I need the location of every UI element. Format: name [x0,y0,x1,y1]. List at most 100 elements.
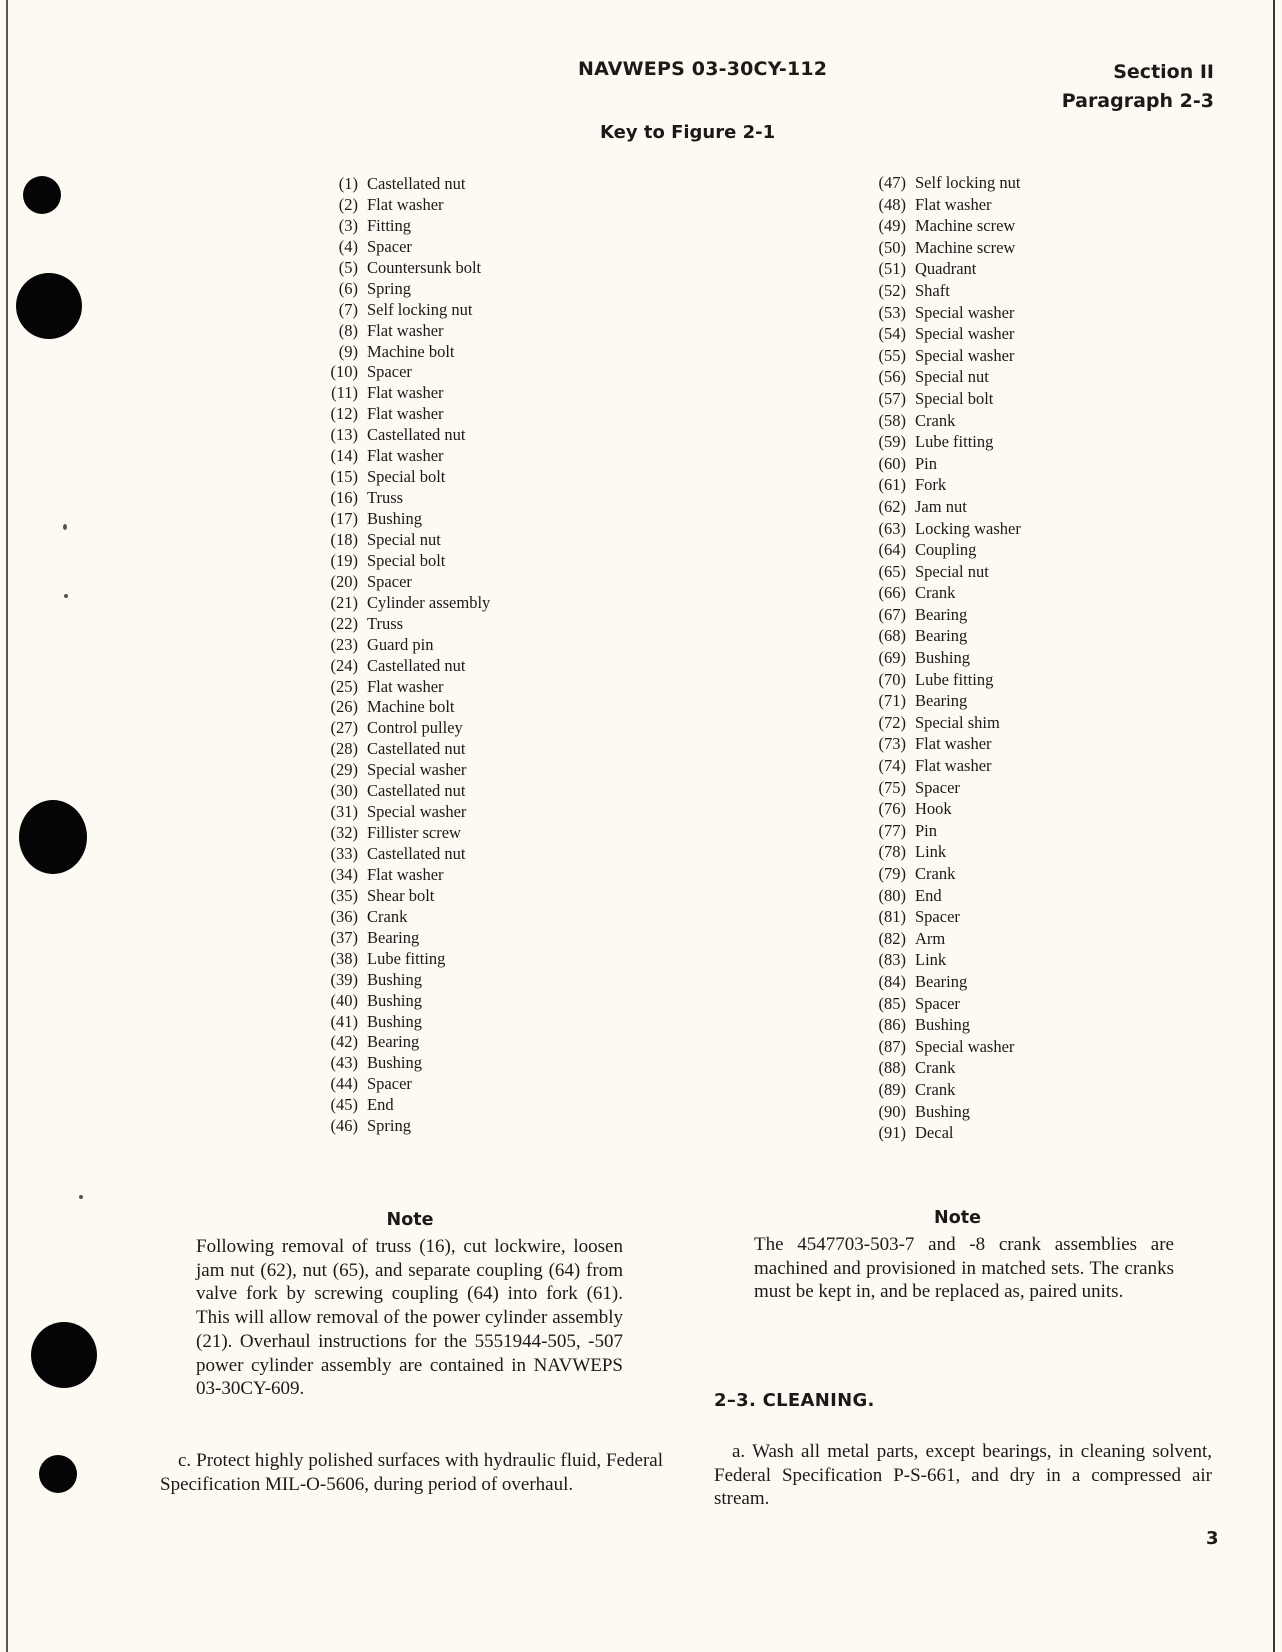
part-number: (16) [330,488,359,508]
part-number: (83) [878,950,907,970]
part-number: (80) [878,885,907,905]
binder-hole-icon [16,273,82,339]
part-name: Castellated nut [367,174,466,193]
part-number: (78) [878,842,907,862]
part-item: (87) Special washer [866,1036,1021,1058]
right-note-title: Note [934,1208,981,1228]
part-name: Hook [915,799,952,819]
scan-speck [64,594,68,598]
part-number: (33) [330,844,359,863]
part-name: Crank [367,906,408,926]
part-name: Countersunk bolt [367,257,482,277]
left-note-title: Note [386,1210,434,1230]
part-name: Lube fitting [367,948,446,968]
part-name: Lube fitting [915,432,994,452]
part-number: (14) [330,446,359,466]
part-item: (61) Fork [866,474,1021,496]
part-number: (49) [878,216,907,236]
part-item: (40) Bushing [318,991,490,1012]
part-name: Flat washer [915,194,992,214]
part-name: Special washer [915,345,1015,365]
part-name: Bearing [915,691,968,711]
part-item: (31) Special washer [318,802,490,823]
part-number: (74) [878,756,907,776]
part-name: Flat washer [367,864,444,884]
part-name: Bearing [915,971,968,991]
part-number: (29) [330,760,359,780]
part-item: (54) Special washer [866,323,1021,345]
part-name: Control pulley [367,718,463,738]
part-number: (17) [330,509,359,528]
part-number: (25) [330,676,359,696]
part-item: (81) Spacer [866,906,1021,928]
part-name: Special bolt [367,467,446,487]
section-label: Section II [1113,61,1214,83]
part-name: Link [915,950,947,970]
part-name: Bearing [367,927,420,947]
part-item: (76) Hook [866,798,1021,820]
part-item: (44) Spacer [318,1074,490,1095]
part-item: (75) Spacer [866,777,1021,799]
part-item: (15) Special bolt [318,467,490,488]
part-item: (18) Special nut [318,530,490,551]
part-number: (36) [330,906,359,926]
part-item: (82) Arm [866,928,1021,950]
part-item: (48) Flat washer [866,194,1021,216]
part-item: (55) Special washer [866,345,1021,367]
part-number: (37) [330,927,359,947]
part-name: Castellated nut [367,739,466,759]
part-number: (77) [878,820,907,840]
part-number: (54) [878,324,907,344]
part-item: (11) Flat washer [318,383,490,404]
part-item: (5) Countersunk bolt [318,258,490,279]
part-item: (78) Link [866,841,1021,863]
part-name: Castellated nut [367,844,466,863]
part-number: (4) [338,236,358,256]
part-item: (29) Special washer [318,760,490,781]
part-name: Spacer [367,1074,412,1094]
part-item: (32) Fillister screw [318,823,490,844]
part-item: (85) Spacer [866,993,1021,1015]
part-number: (89) [878,1079,907,1099]
step-c-text: c. Protect highly polished surfaces with… [160,1450,663,1495]
part-number: (72) [878,712,907,732]
part-number: (40) [330,990,359,1010]
part-name: Fork [915,475,947,495]
part-name: Decal [915,1123,954,1143]
binder-hole-icon [39,1455,77,1493]
part-item: (16) Truss [318,488,490,509]
part-item: (58) Crank [866,410,1021,432]
part-item: (20) Spacer [318,572,490,593]
part-item: (89) Crank [866,1079,1021,1101]
part-name: Special washer [367,760,467,780]
part-number: (38) [330,948,359,968]
part-name: Flat washer [367,320,444,340]
part-item: (42) Bearing [318,1032,490,1053]
part-number: (71) [878,691,907,711]
part-number: (60) [878,453,907,473]
part-number: (91) [878,1123,907,1143]
part-item: (1) Castellated nut [318,174,490,195]
part-name: Special washer [367,802,467,822]
part-name: Self locking nut [367,299,473,319]
part-item: (7) Self locking nut [318,300,490,321]
part-name: Spring [367,1116,412,1136]
part-number: (9) [338,341,358,361]
part-number: (87) [878,1036,907,1056]
part-number: (35) [330,885,359,905]
part-item: (68) Bearing [866,625,1021,647]
right-note-text: The 4547703-503-7 and -8 crank assemblie… [754,1234,1174,1303]
part-name: Castellated nut [367,425,466,445]
part-item: (86) Bushing [866,1014,1021,1036]
part-number: (75) [878,777,907,797]
part-name: Bushing [367,1011,423,1031]
part-number: (41) [330,1011,359,1031]
part-name: Quadrant [915,259,977,279]
part-name: End [915,885,942,905]
part-name: Bearing [367,1032,420,1052]
part-number: (27) [330,718,359,738]
part-number: (70) [878,669,907,689]
part-number: (66) [878,583,907,603]
part-name: Special bolt [915,388,994,408]
part-item: (64) Coupling [866,539,1021,561]
